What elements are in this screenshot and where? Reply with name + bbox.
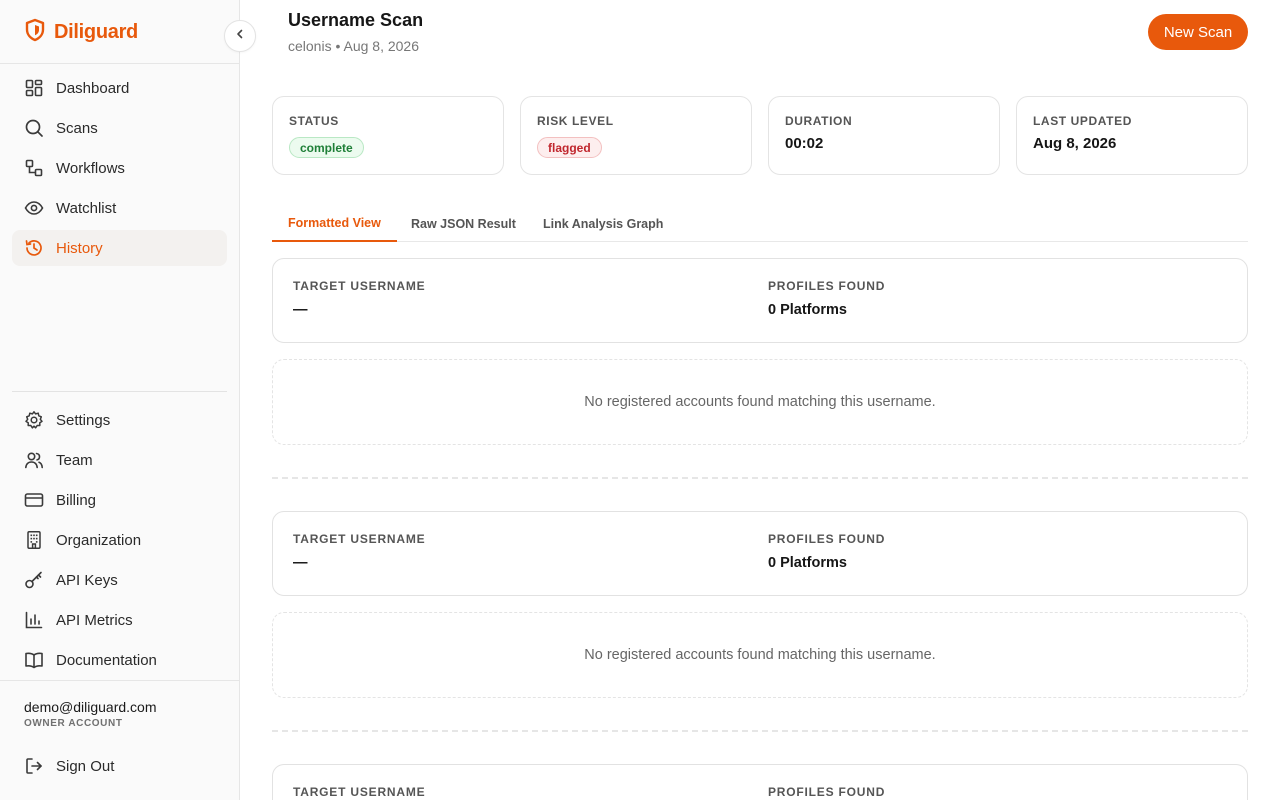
sign-out-button[interactable]: Sign Out: [12, 748, 227, 784]
sidebar-item-label: Billing: [56, 491, 97, 509]
brand-name: Diliguard: [54, 20, 138, 43]
last-updated-card: LAST UPDATED Aug 8, 2026: [1016, 96, 1248, 175]
tab-link-analysis-graph[interactable]: Link Analysis Graph: [543, 206, 663, 241]
bar-chart-icon: [24, 610, 44, 630]
profiles-found-value: 0 Platforms: [768, 302, 847, 318]
sidebar-item-team[interactable]: Team: [12, 442, 227, 478]
sidebar-item-dashboard[interactable]: Dashboard: [12, 70, 227, 106]
dashboard-icon: [24, 78, 44, 98]
workflow-icon: [24, 158, 44, 178]
sidebar-item-history[interactable]: History: [12, 230, 227, 266]
page-meta: celonis • Aug 8, 2026: [288, 38, 419, 54]
sidebar-item-label: History: [56, 239, 103, 257]
book-icon: [24, 650, 44, 670]
sidebar-item-label: Workflows: [56, 159, 125, 177]
profiles-found-value: 0 Platforms: [768, 555, 847, 571]
sidebar-item-documentation[interactable]: Documentation: [12, 642, 227, 678]
status-badge: complete: [289, 137, 364, 158]
brand-logo[interactable]: Diliguard: [24, 18, 138, 46]
sidebar-item-label: Settings: [56, 411, 111, 429]
last-updated-label: LAST UPDATED: [1033, 114, 1132, 128]
duration-card: DURATION 00:02: [768, 96, 1000, 175]
account-role: OWNER ACCOUNT: [24, 718, 123, 729]
sidebar-item-label: Scans: [56, 119, 98, 137]
credit-card-icon: [24, 490, 44, 510]
profiles-found-label: PROFILES FOUND: [768, 279, 886, 293]
sign-out-area: Sign Out: [12, 748, 227, 788]
risk-level-label: RISK LEVEL: [537, 114, 614, 128]
target-username-value: —: [293, 302, 308, 318]
profiles-found-label: PROFILES FOUND: [768, 785, 886, 799]
status-label: STATUS: [289, 114, 339, 128]
sign-out-icon: [24, 756, 44, 776]
sidebar-item-api-keys[interactable]: API Keys: [12, 562, 227, 598]
target-username-label: TARGET USERNAME: [293, 279, 426, 293]
section-divider: [272, 477, 1248, 479]
empty-results-message: No registered accounts found matching th…: [272, 612, 1248, 698]
target-username-label: TARGET USERNAME: [293, 785, 426, 799]
risk-level-card: RISK LEVEL flagged: [520, 96, 752, 175]
empty-results-message: No registered accounts found matching th…: [272, 359, 1248, 445]
sidebar-item-label: API Keys: [56, 571, 118, 589]
tab-formatted-view[interactable]: Formatted View: [272, 206, 397, 242]
divider: [0, 680, 239, 681]
key-icon: [24, 570, 44, 590]
result-tabs: Formatted View Raw JSON Result Link Anal…: [272, 206, 1248, 242]
sidebar-item-api-metrics[interactable]: API Metrics: [12, 602, 227, 638]
duration-label: DURATION: [785, 114, 853, 128]
account-email: demo@diliguard.com: [24, 699, 157, 715]
sidebar-item-label: Dashboard: [56, 79, 130, 97]
tab-raw-json-result[interactable]: Raw JSON Result: [411, 206, 516, 241]
sidebar-item-label: Documentation: [56, 651, 157, 669]
divider: [0, 63, 239, 64]
sidebar-item-watchlist[interactable]: Watchlist: [12, 190, 227, 226]
sidebar-item-scans[interactable]: Scans: [12, 110, 227, 146]
sidebar-item-settings[interactable]: Settings: [12, 402, 227, 438]
sidebar-item-label: API Metrics: [56, 611, 133, 629]
sidebar-item-workflows[interactable]: Workflows: [12, 150, 227, 186]
target-username-label: TARGET USERNAME: [293, 532, 426, 546]
team-icon: [24, 450, 44, 470]
sidebar-item-label: Team: [56, 451, 93, 469]
risk-level-badge: flagged: [537, 137, 602, 158]
last-updated-value: Aug 8, 2026: [1033, 135, 1117, 152]
result-summary-card: TARGET USERNAME PROFILES FOUND: [272, 764, 1248, 800]
new-scan-button[interactable]: New Scan: [1148, 14, 1248, 50]
sign-out-label: Sign Out: [56, 757, 115, 775]
divider: [12, 391, 227, 392]
search-icon: [24, 118, 44, 138]
target-username-value: —: [293, 555, 308, 571]
chevron-left-icon: [234, 27, 246, 45]
sidebar-item-label: Organization: [56, 531, 142, 549]
history-icon: [24, 238, 44, 258]
status-card: STATUS complete: [272, 96, 504, 175]
duration-value: 00:02: [785, 135, 824, 152]
result-summary-card: TARGET USERNAME — PROFILES FOUND 0 Platf…: [272, 258, 1248, 343]
sidebar-nav-primary: Dashboard Scans Workflows Watchlist Hist…: [12, 70, 227, 270]
sidebar-nav-secondary: Settings Team Billing Organization API K…: [12, 402, 227, 682]
gear-icon: [24, 410, 44, 430]
sidebar: Diliguard Dashboard Scans Workflows Watc…: [0, 0, 240, 800]
result-summary-card: TARGET USERNAME — PROFILES FOUND 0 Platf…: [272, 511, 1248, 596]
collapse-sidebar-button[interactable]: [224, 20, 256, 52]
shield-icon: [24, 18, 46, 47]
profiles-found-label: PROFILES FOUND: [768, 532, 886, 546]
sidebar-item-billing[interactable]: Billing: [12, 482, 227, 518]
page-title: Username Scan: [288, 10, 424, 30]
building-icon: [24, 530, 44, 550]
sidebar-item-organization[interactable]: Organization: [12, 522, 227, 558]
section-divider: [272, 730, 1248, 732]
eye-icon: [24, 198, 44, 218]
sidebar-item-label: Watchlist: [56, 199, 117, 217]
